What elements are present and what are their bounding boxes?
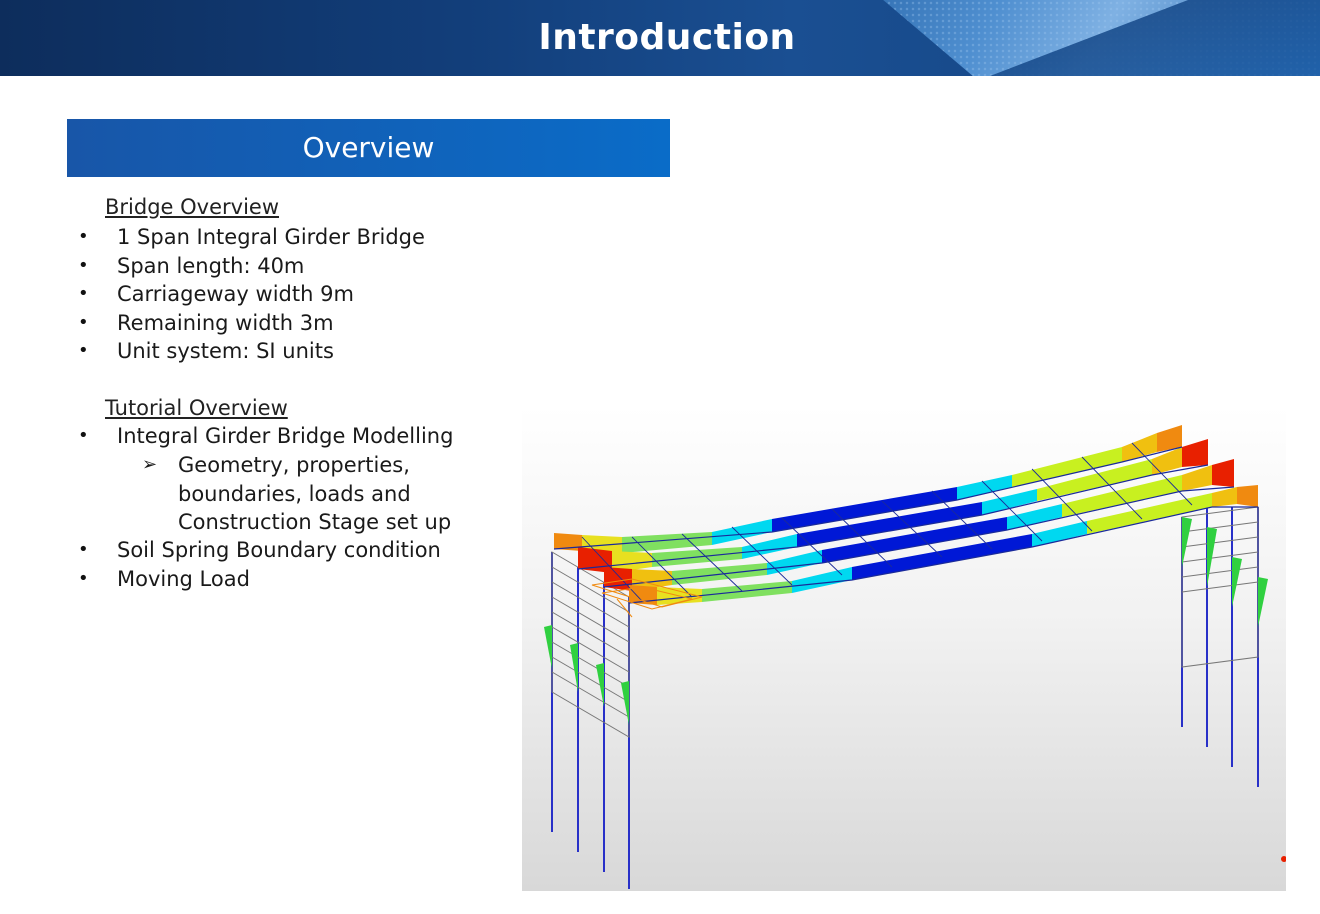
list-item-text: Remaining width 3m <box>117 311 334 335</box>
section-title-bar: Overview <box>67 119 670 177</box>
list-item-text: Span length: 40m <box>117 254 305 278</box>
right-piers <box>1181 507 1259 787</box>
bridge-model-graphic <box>544 425 1286 889</box>
arrow-bullet-icon: ➢ <box>142 454 158 475</box>
bullet-icon: • <box>78 283 89 304</box>
tutorial-overview-heading: Tutorial Overview <box>105 396 288 420</box>
bullet-icon: • <box>78 226 89 247</box>
view-marker-icon <box>1281 856 1286 862</box>
list-item-text: Integral Girder Bridge Modelling <box>117 424 454 448</box>
list-item-text: 1 Span Integral Girder Bridge <box>117 225 425 249</box>
slide-title: Introduction <box>538 17 796 58</box>
bridge-overview-heading: Bridge Overview <box>105 195 279 219</box>
bullet-icon: • <box>78 340 89 361</box>
list-item-text: Moving Load <box>117 567 250 591</box>
bullet-icon: • <box>78 312 89 333</box>
right-abutment-hatch <box>1181 506 1259 668</box>
bullet-icon: • <box>78 425 89 446</box>
bullet-icon: • <box>78 539 89 560</box>
bridge-analysis-image <box>522 407 1286 891</box>
sub-list-item-text: Geometry, properties, boundaries, loads … <box>178 453 452 534</box>
bullet-icon: • <box>78 568 89 589</box>
list-item-text: Unit system: SI units <box>117 339 334 363</box>
bullet-icon: • <box>78 255 89 276</box>
list-item-text: Soil Spring Boundary condition <box>117 538 441 562</box>
left-piers <box>551 552 630 889</box>
right-spring-diagram <box>1182 517 1268 627</box>
slide-header: Introduction <box>0 0 1320 76</box>
list-item-text: Carriageway width 9m <box>117 282 354 306</box>
